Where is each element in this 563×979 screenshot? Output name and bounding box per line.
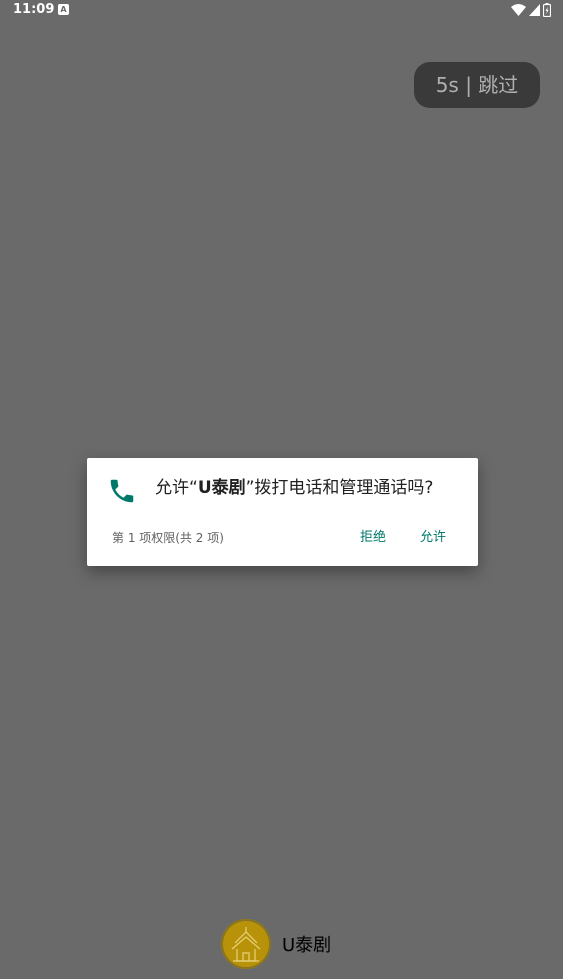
- dialog-message: 允许“U泰剧”拨打电话和管理通话吗?: [155, 476, 465, 500]
- permission-counter: 第 1 项权限(共 2 项): [112, 531, 224, 545]
- phone-icon: [110, 479, 134, 503]
- app-name: U泰剧: [197, 478, 246, 498]
- app-logo: [221, 919, 271, 969]
- status-icons: [511, 3, 551, 17]
- message-suffix: ”拨打电话和管理通话吗?: [245, 478, 434, 498]
- brand-footer: U泰剧: [221, 918, 331, 970]
- skip-button[interactable]: 5s | 跳过: [414, 62, 540, 108]
- battery-icon: [543, 3, 551, 17]
- status-time: 11:09: [13, 2, 55, 17]
- permission-dialog: 允许“U泰剧”拨打电话和管理通话吗? 第 1 项权限(共 2 项) 拒绝 允许: [87, 458, 478, 566]
- status-bar: 11:09 A: [0, 0, 563, 22]
- allow-button[interactable]: 允许: [418, 527, 448, 549]
- wifi-icon: [511, 4, 526, 16]
- message-prefix: 允许“: [155, 478, 198, 498]
- app-name-label: U泰剧: [282, 935, 332, 956]
- temple-icon: [231, 927, 261, 962]
- notification-icon: A: [58, 4, 69, 15]
- deny-button[interactable]: 拒绝: [358, 527, 388, 549]
- cell-signal-icon: [529, 4, 540, 16]
